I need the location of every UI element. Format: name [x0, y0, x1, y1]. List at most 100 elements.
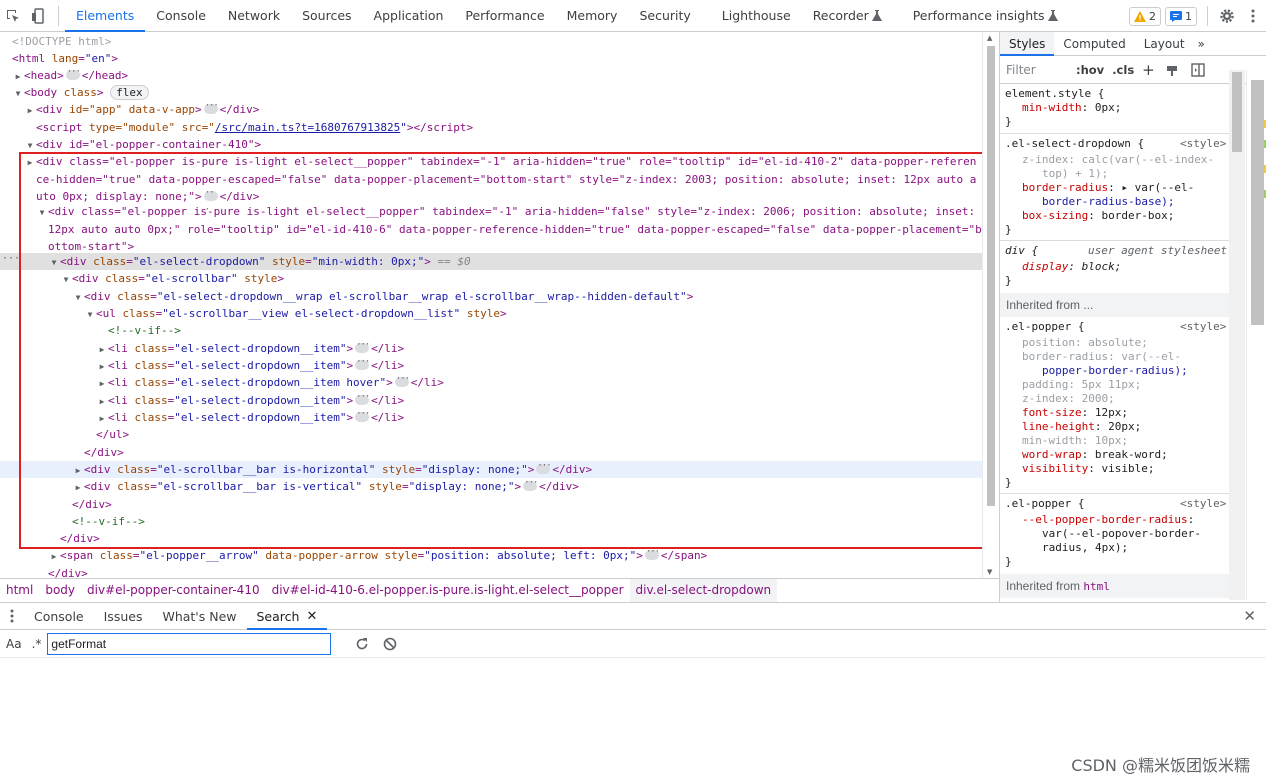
style-property[interactable]: visibility: visible;: [1022, 462, 1154, 476]
tab-whats-new[interactable]: What's New: [152, 603, 246, 630]
drawer-menu-icon[interactable]: [0, 600, 24, 632]
ellipsis-icon[interactable]: [65, 64, 80, 81]
flex-badge[interactable]: flex: [110, 85, 149, 100]
expand-arrow-icon[interactable]: ▶: [12, 68, 24, 85]
breadcrumb-item[interactable]: div#el-popper-container-410: [81, 579, 266, 602]
style-property[interactable]: z-index: 2000;: [1022, 392, 1115, 406]
style-property[interactable]: position: absolute;: [1022, 336, 1148, 350]
device-toggle-icon[interactable]: [26, 0, 52, 32]
style-property[interactable]: display: block;: [1022, 260, 1121, 274]
style-property[interactable]: min-width: 10px;: [1022, 434, 1128, 448]
style-property[interactable]: min-width: 0px;: [1022, 101, 1121, 115]
inspect-icon[interactable]: [0, 0, 26, 32]
match-case-button[interactable]: Aa: [6, 637, 22, 651]
expand-arrow-icon[interactable]: ▶: [48, 548, 60, 565]
dom-popper-arrow[interactable]: ▶ <span class="el-popper__arrow" data-pop…: [0, 544, 982, 565]
style-property[interactable]: font-size: 12px;: [1022, 406, 1128, 420]
tab-security[interactable]: Security: [628, 0, 701, 32]
tab-recorder[interactable]: Recorder: [802, 0, 893, 32]
sidebar-toggle-icon[interactable]: [1191, 62, 1205, 77]
messages-badge[interactable]: 1: [1165, 6, 1197, 26]
refresh-icon[interactable]: [355, 637, 369, 651]
expand-arrow-icon[interactable]: ▶: [24, 102, 36, 119]
styles-toolbar: Filter :hov .cls +: [1000, 56, 1266, 84]
rule-selector[interactable]: div {: [1005, 244, 1038, 258]
scrollbar-thumb[interactable]: [1251, 80, 1264, 325]
style-property-cont: top) + 1);: [1042, 167, 1109, 180]
tab-layout[interactable]: Layout: [1135, 32, 1194, 56]
elements-scrollbar[interactable]: ▲ ▼: [982, 32, 999, 578]
tab-sources[interactable]: Sources: [291, 0, 362, 32]
breadcrumb-item[interactable]: div#el-id-410-6.el-popper.is-pure.is-lig…: [266, 579, 630, 602]
regex-button[interactable]: .*: [32, 637, 42, 651]
search-input[interactable]: getFormat: [47, 632, 332, 655]
style-property-cont: var(--el-popover-border-: [1042, 527, 1201, 540]
tab-lighthouse[interactable]: Lighthouse: [702, 0, 802, 32]
dom-html[interactable]: <html lang="en">: [0, 50, 982, 67]
tab-styles[interactable]: Styles: [1000, 32, 1055, 56]
style-property[interactable]: word-wrap: break-word;: [1022, 448, 1168, 462]
style-property[interactable]: --el-popper-border-radius:: [1022, 513, 1194, 527]
style-property[interactable]: border-radius: var(--el-: [1022, 350, 1181, 364]
rule-close: }: [1005, 476, 1012, 489]
tab-console[interactable]: Console: [145, 0, 217, 32]
styles-filter-input[interactable]: Filter: [1006, 60, 1072, 80]
dom-script[interactable]: <script type="module" src="/src/main.ts?…: [0, 119, 982, 136]
clear-icon[interactable]: [383, 637, 397, 651]
rule-source[interactable]: <style>: [1180, 137, 1226, 151]
tab-computed[interactable]: Computed: [1054, 32, 1134, 56]
style-property[interactable]: padding: 5px 11px;: [1022, 378, 1141, 392]
warnings-badge[interactable]: 2: [1129, 6, 1161, 26]
style-property[interactable]: z-index: calc(var(--el-index-: [1022, 153, 1214, 167]
more-tabs-icon[interactable]: »: [1194, 32, 1209, 56]
style-property[interactable]: box-sizing: border-box;: [1022, 209, 1174, 223]
breadcrumb-item[interactable]: html: [0, 579, 39, 602]
dom-popper-container[interactable]: ▼ <div id="el-popper-container-410">: [0, 136, 982, 153]
tab-network[interactable]: Network: [217, 0, 291, 32]
tab-memory[interactable]: Memory: [556, 0, 629, 32]
ellipsis-icon[interactable]: [203, 98, 218, 115]
close-tab-icon[interactable]: ✕: [306, 603, 317, 630]
script-src-link[interactable]: /src/main.ts?t=1680767913825: [215, 121, 400, 134]
cls-button[interactable]: .cls: [1108, 63, 1138, 77]
breadcrumb-item[interactable]: body: [39, 579, 81, 602]
dom-body[interactable]: ▼ <body class> flex: [0, 84, 982, 101]
add-rule-icon[interactable]: +: [1138, 61, 1159, 79]
breadcrumb-item[interactable]: div.el-select-dropdown: [629, 579, 778, 602]
dom-doctype[interactable]: <!DOCTYPE html>: [0, 33, 982, 50]
ellipsis-icon[interactable]: [644, 544, 659, 561]
rule-source[interactable]: <style>: [1180, 320, 1226, 334]
tab-search[interactable]: Search ✕: [247, 603, 328, 630]
inherited-from-header: Inherited from ...: [1000, 293, 1229, 317]
collapse-arrow-icon[interactable]: ▼: [12, 85, 24, 102]
watermark: CSDN @糯米饭团饭米糯: [1071, 756, 1250, 775]
computed-styles-icon[interactable]: [1165, 63, 1179, 77]
tab-console-drawer[interactable]: Console: [24, 603, 94, 630]
tab-performance-insights[interactable]: Performance insights: [893, 0, 1069, 32]
scrollbar-thumb[interactable]: [1232, 72, 1242, 152]
scroll-up-icon[interactable]: ▲: [987, 34, 992, 42]
tab-elements[interactable]: Elements: [65, 0, 145, 32]
styles-scrollbar[interactable]: [1229, 70, 1245, 600]
tab-performance[interactable]: Performance: [454, 0, 555, 32]
dom-head[interactable]: ▶<head></head>: [0, 64, 982, 85]
scroll-down-icon[interactable]: ▼: [987, 568, 992, 576]
tab-application[interactable]: Application: [363, 0, 455, 32]
dom-div-close[interactable]: </div>: [0, 565, 982, 578]
rule-selector[interactable]: .el-popper {: [1005, 497, 1084, 511]
more-icon[interactable]: [1240, 0, 1266, 32]
rule-divider: [1000, 133, 1229, 134]
style-property[interactable]: line-height: 20px;: [1022, 420, 1141, 434]
dom-app-div[interactable]: ▶<div id="app" data-v-app></div>: [0, 98, 982, 119]
tab-issues[interactable]: Issues: [94, 603, 153, 630]
rule-selector[interactable]: .el-select-dropdown {: [1005, 137, 1144, 151]
style-property[interactable]: border-radius: ▸ var(--el-: [1022, 181, 1194, 195]
scrollbar-thumb[interactable]: [987, 46, 995, 506]
element-style-selector[interactable]: element.style {: [1005, 87, 1104, 101]
hov-button[interactable]: :hov: [1072, 63, 1108, 77]
rule-selector[interactable]: .el-popper {: [1005, 320, 1084, 334]
settings-icon[interactable]: [1214, 0, 1240, 32]
close-drawer-icon[interactable]: ✕: [1243, 607, 1256, 625]
rule-source[interactable]: <style>: [1180, 497, 1226, 511]
row-menu-icon[interactable]: ···: [2, 253, 20, 264]
